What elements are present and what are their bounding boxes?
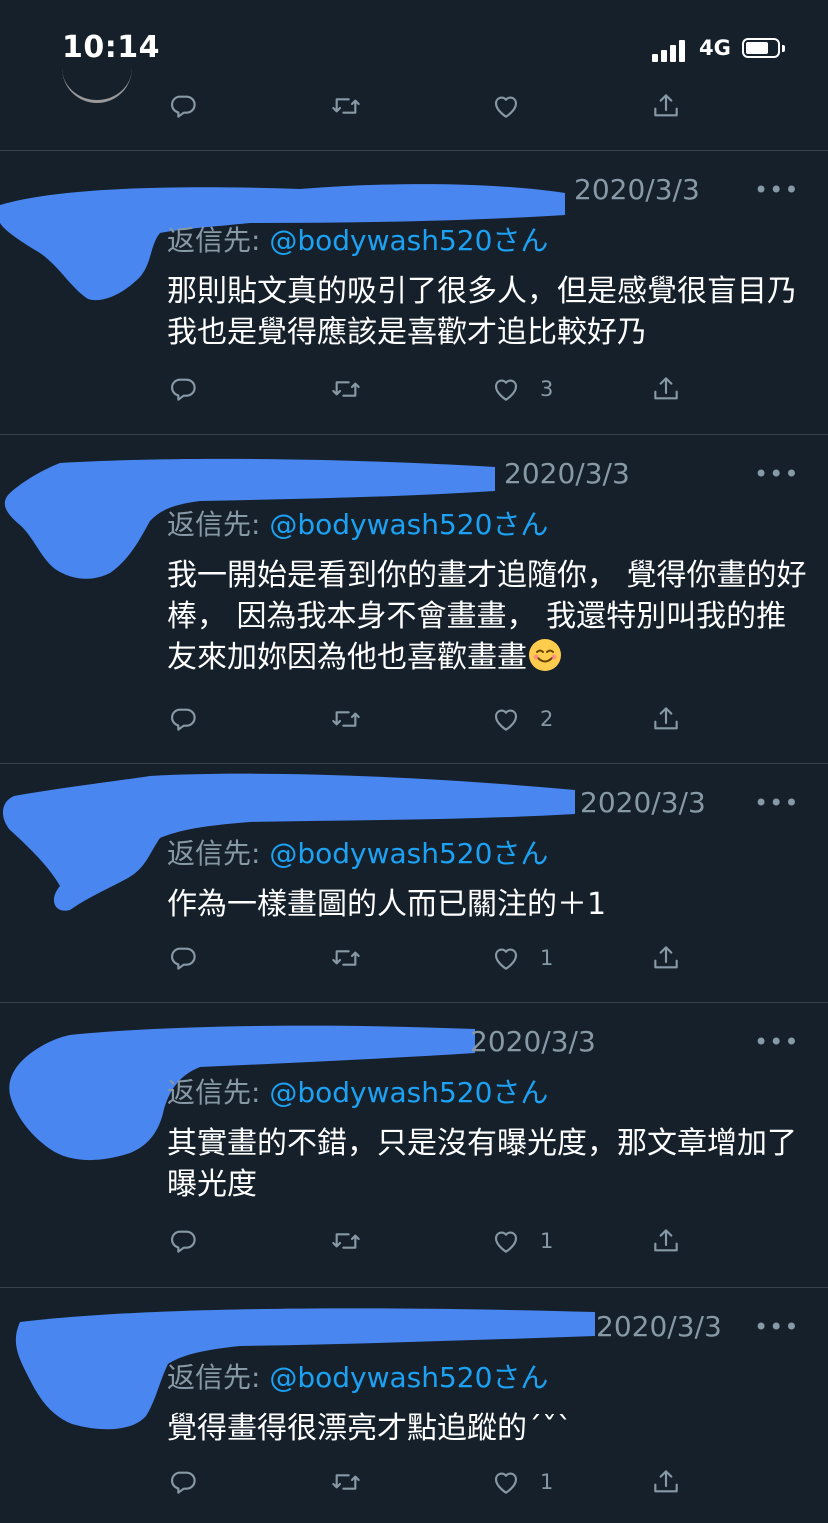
tweet-date: 2020/3/3 — [574, 173, 700, 206]
reply-handle-link[interactable]: @bodywash520さん — [269, 224, 548, 257]
reply-icon[interactable] — [167, 703, 199, 735]
heart-icon[interactable] — [490, 1225, 522, 1257]
share-icon[interactable] — [650, 373, 682, 405]
like-count: 1 — [540, 1229, 554, 1253]
heart-icon[interactable] — [490, 90, 522, 122]
heart-icon[interactable] — [490, 942, 522, 974]
reply-icon[interactable] — [167, 373, 199, 405]
tweet-item[interactable]: 2020/3/3 ••• 返信先: @bodywash520さん 覺得畫得很漂亮… — [0, 1288, 828, 1523]
tweet-date: 2020/3/3 — [580, 786, 706, 819]
tweet-actions: 2 — [0, 703, 828, 743]
more-options-icon[interactable]: ••• — [754, 1028, 799, 1056]
reply-handle-link[interactable]: @bodywash520さん — [269, 508, 548, 541]
tweet-item[interactable]: 2020/3/3 ••• 返信先: @bodywash520さん 其實畫的不錯，… — [0, 1003, 828, 1286]
share-icon[interactable] — [650, 942, 682, 974]
previous-tweet-actions — [0, 90, 828, 130]
tweet-text: 作為一樣畫圖的人而已關注的＋1 — [167, 887, 607, 922]
like-count: 2 — [540, 707, 554, 731]
tweet-text: 那則貼文真的吸引了很多人，但是感覺很盲目乃我也是覺得應該是喜歡才追比較好乃 — [167, 274, 797, 350]
tweet-text: 我一開始是看到你的畫才追隨你， 覺得你畫的好棒， 因為我本身不會畫畫， 我還特別… — [167, 558, 807, 675]
retweet-icon[interactable] — [330, 1225, 362, 1257]
like-count: 1 — [540, 946, 554, 970]
network-type: 4G — [699, 36, 731, 60]
share-icon[interactable] — [650, 703, 682, 735]
reply-to-line[interactable]: 返信先: @bodywash520さん — [167, 1356, 548, 1396]
tweet-date: 2020/3/3 — [470, 1025, 596, 1058]
tweet-actions: 3 — [0, 373, 828, 413]
battery-icon — [742, 38, 786, 60]
reply-to-line[interactable]: 返信先: @bodywash520さん — [167, 503, 548, 543]
reply-icon[interactable] — [167, 90, 199, 122]
reply-handle-link[interactable]: @bodywash520さん — [269, 1076, 548, 1109]
tweet-text: 覺得畫得很漂亮才點追蹤的´ˇ` — [167, 1411, 572, 1446]
tweet-item[interactable]: 2020/3/3 ••• 返信先: @bodywash520さん 那則貼文真的吸… — [0, 151, 828, 433]
reply-to-line[interactable]: 返信先: @bodywash520さん — [167, 219, 548, 259]
reply-icon[interactable] — [167, 1225, 199, 1257]
more-options-icon[interactable]: ••• — [754, 789, 799, 817]
reply-handle-link[interactable]: @bodywash520さん — [269, 1361, 548, 1394]
more-options-icon[interactable]: ••• — [754, 460, 799, 488]
like-count: 1 — [540, 1470, 554, 1494]
tweet-actions: 1 — [0, 1466, 828, 1506]
tweet-item[interactable]: 2020/3/3 ••• 返信先: @bodywash520さん 作為一樣畫圖的… — [0, 764, 828, 1001]
heart-icon[interactable] — [490, 373, 522, 405]
tweet-text: 其實畫的不錯，只是沒有曝光度，那文章增加了曝光度 — [167, 1126, 797, 1202]
share-icon[interactable] — [650, 1225, 682, 1257]
tweet-date: 2020/3/3 — [596, 1310, 722, 1343]
reply-icon[interactable] — [167, 942, 199, 974]
tweet-date: 2020/3/3 — [504, 457, 630, 490]
like-count: 3 — [540, 377, 554, 401]
more-options-icon[interactable]: ••• — [754, 1313, 799, 1341]
tweet-actions: 1 — [0, 1225, 828, 1265]
share-icon[interactable] — [650, 1466, 682, 1498]
tweet-actions: 1 — [0, 942, 828, 982]
retweet-icon[interactable] — [330, 1466, 362, 1498]
retweet-icon[interactable] — [330, 703, 362, 735]
heart-icon[interactable] — [490, 703, 522, 735]
more-options-icon[interactable]: ••• — [754, 176, 799, 204]
retweet-icon[interactable] — [330, 942, 362, 974]
tweet-item[interactable]: 2020/3/3 ••• 返信先: @bodywash520さん 我一開始是看到… — [0, 435, 828, 762]
signal-strength-icon — [652, 38, 692, 62]
reply-to-line[interactable]: 返信先: @bodywash520さん — [167, 1071, 548, 1111]
reply-icon[interactable] — [167, 1466, 199, 1498]
smiling-face-emoji — [529, 639, 561, 671]
reply-handle-link[interactable]: @bodywash520さん — [269, 837, 548, 870]
retweet-icon[interactable] — [330, 373, 362, 405]
heart-icon[interactable] — [490, 1466, 522, 1498]
share-icon[interactable] — [650, 90, 682, 122]
retweet-icon[interactable] — [330, 90, 362, 122]
reply-to-line[interactable]: 返信先: @bodywash520さん — [167, 832, 548, 872]
